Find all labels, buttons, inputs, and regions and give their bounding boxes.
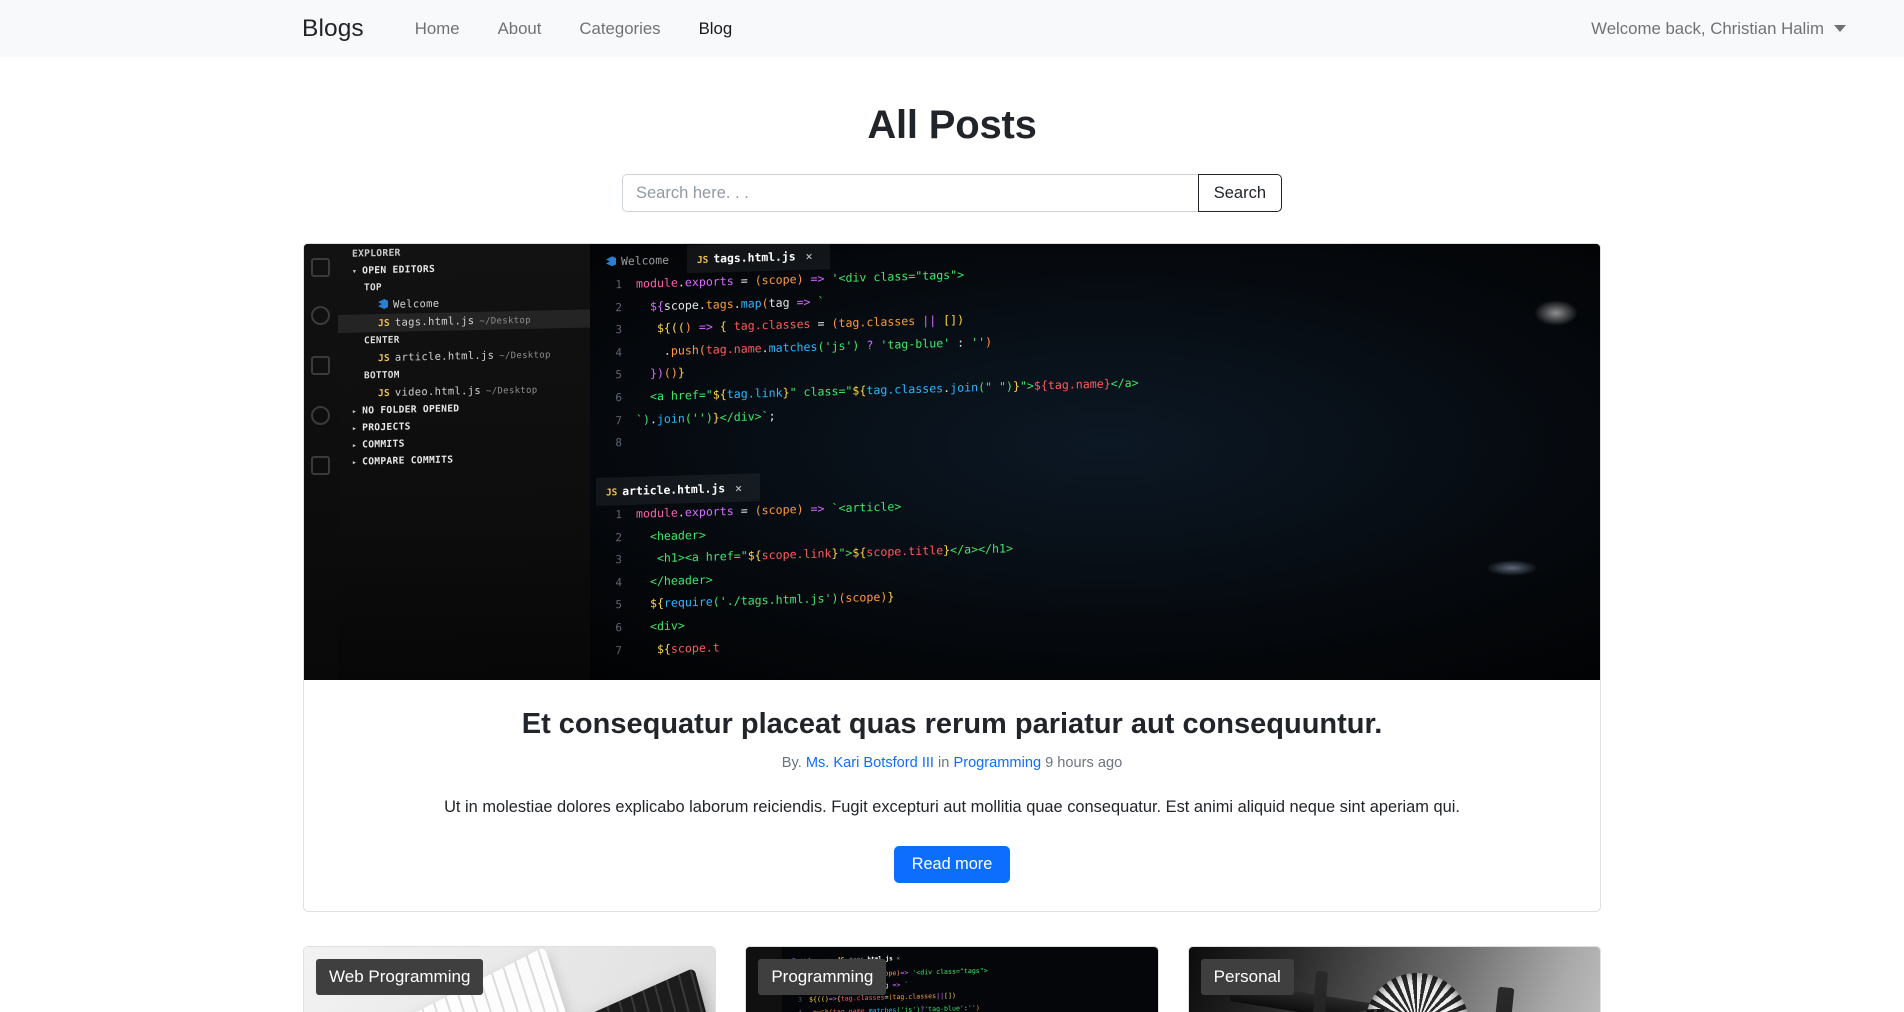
featured-post-title[interactable]: Et consequatur placeat quas rerum pariat…	[326, 708, 1578, 741]
vscode-logo-icon	[378, 299, 388, 309]
meta-by-label: By.	[781, 755, 802, 771]
primary-nav: Home About Categories Blog	[396, 11, 751, 47]
search-section: Search	[303, 174, 1601, 212]
js-icon: JS	[606, 487, 618, 499]
author-link[interactable]: Ms. Kari Botsford III	[806, 755, 934, 771]
search-button[interactable]: Search	[1197, 174, 1282, 212]
chevron-down-icon: ▾	[352, 266, 358, 276]
screen-glare	[1486, 560, 1538, 576]
search-icon	[311, 306, 330, 325]
category-card-web-programming[interactable]: Web Programming	[303, 945, 717, 1012]
category-link[interactable]: Programming	[953, 755, 1041, 771]
vscode-editor-bottom: JS article.html.js ✕ 1 module.exports = (sc…	[590, 452, 1600, 662]
nav-item-blog[interactable]: Blog	[680, 11, 752, 47]
close-icon[interactable]: ✕	[806, 249, 813, 263]
files-icon	[311, 258, 330, 277]
user-menu[interactable]: Welcome back, Christian Halim	[1591, 11, 1846, 47]
category-label: Programming	[758, 958, 887, 995]
brand-logo[interactable]: Blogs	[302, 15, 364, 43]
featured-post-card: EXPLORER ▾ OPEN EDITORS TOP Welcome JS tag…	[303, 243, 1601, 912]
screen-glare	[1534, 300, 1578, 326]
page-container: All Posts Search EXPLORER	[303, 57, 1601, 1012]
chevron-right-icon: ▸	[352, 440, 358, 450]
vscode-logo-icon	[606, 256, 616, 266]
js-icon: JS	[697, 254, 709, 266]
page-title: All Posts	[867, 103, 1037, 147]
post-timestamp: 9 hours ago	[1045, 755, 1123, 771]
featured-post-excerpt: Ut in molestiae dolores explicabo laboru…	[444, 798, 1460, 816]
meta-in-label: in	[938, 755, 950, 771]
close-icon[interactable]: ✕	[735, 481, 742, 495]
source-control-icon	[311, 356, 330, 375]
js-icon: JS	[378, 352, 390, 365]
search-input[interactable]	[622, 174, 1198, 212]
vscode-activity-bar	[304, 244, 338, 680]
category-card-personal[interactable]: Personal	[1187, 945, 1601, 1012]
vscode-editor-top: Welcome JS tags.html.js ✕ 1 module.exports …	[590, 244, 1600, 455]
top-navbar: Blogs Home About Categories Blog Welcome…	[0, 0, 1904, 57]
chevron-right-icon: ▸	[352, 423, 358, 433]
js-icon: JS	[378, 317, 390, 330]
nav-item-home[interactable]: Home	[396, 11, 479, 47]
frame-post	[1479, 986, 1515, 1012]
chevron-right-icon: ▸	[352, 457, 358, 467]
category-label: Personal	[1200, 958, 1294, 995]
wheel-shape	[1364, 972, 1469, 1012]
debug-icon	[311, 406, 330, 425]
category-card-programming[interactable]: Welcome JStags.html.js ✕ 1module.exports…	[745, 945, 1159, 1012]
category-label: Web Programming	[316, 958, 484, 995]
search-form: Search	[622, 174, 1282, 212]
extensions-icon	[311, 456, 330, 475]
category-card-row: Web Programming Welcome JStags.html.js ✕…	[303, 945, 1601, 1012]
chevron-down-icon	[1834, 25, 1846, 32]
nav-item-categories[interactable]: Categories	[560, 11, 679, 47]
chevron-right-icon: ▸	[352, 406, 358, 416]
read-more-button[interactable]: Read more	[893, 845, 1011, 883]
featured-post-image[interactable]: EXPLORER ▾ OPEN EDITORS TOP Welcome JS tag…	[304, 244, 1600, 680]
vscode-explorer-sidebar: EXPLORER ▾ OPEN EDITORS TOP Welcome JS tag…	[338, 244, 590, 680]
featured-post-meta: By. Ms. Kari Botsford III in Programming…	[326, 755, 1578, 771]
js-icon: JS	[378, 387, 390, 400]
user-menu-label: Welcome back, Christian Halim	[1591, 18, 1824, 38]
nav-item-about[interactable]: About	[479, 11, 561, 47]
